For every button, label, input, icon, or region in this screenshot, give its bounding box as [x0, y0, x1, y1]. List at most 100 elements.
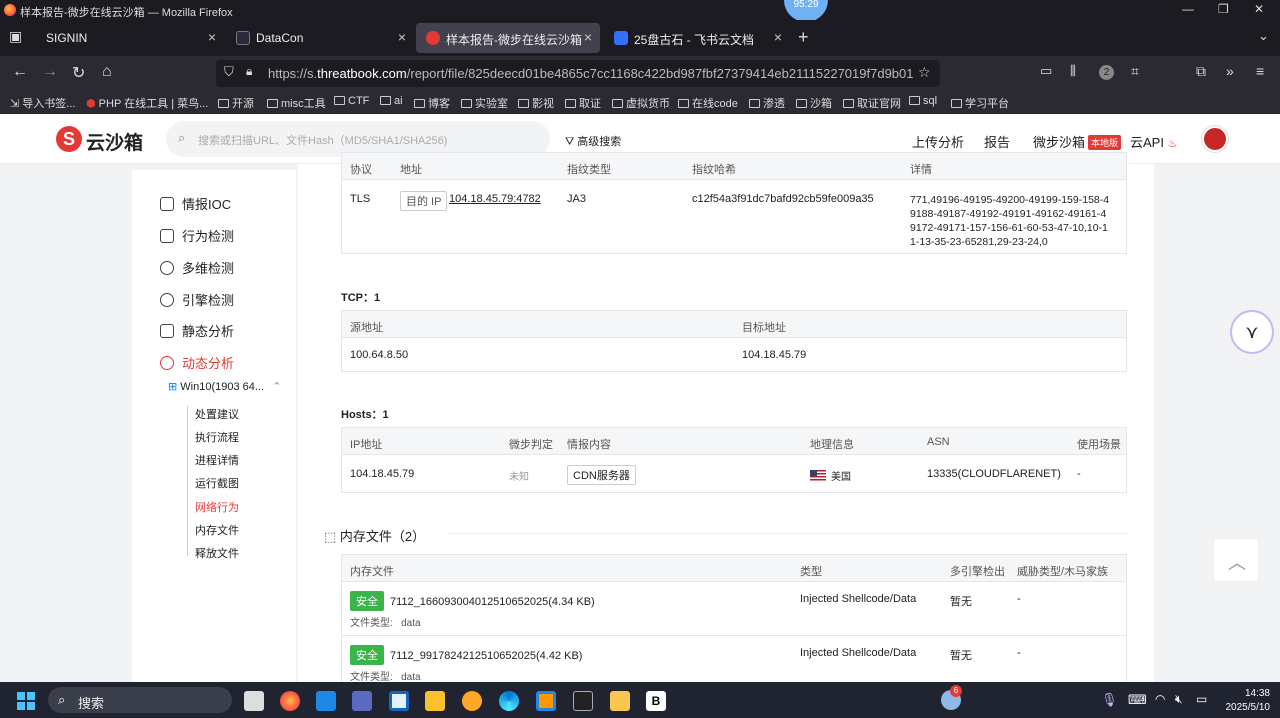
app-icon[interactable]	[316, 691, 336, 711]
address-bar[interactable]: ⛉ 🔒︎ https://s.threatbook.com/report/fil…	[216, 60, 940, 87]
extension-badge[interactable]: 2	[1099, 65, 1114, 80]
app-icon[interactable]	[536, 691, 556, 711]
tls-address-link[interactable]: 104.18.45.79:4782	[449, 193, 541, 205]
home-icon[interactable]: ⌂	[102, 63, 112, 81]
app-icon[interactable]	[462, 691, 482, 711]
taskbar-search[interactable]: ⌕ 搜索	[48, 687, 232, 713]
microphone-icon[interactable]: 🎙︎	[1101, 692, 1118, 708]
lock-icon[interactable]: 🔒︎	[246, 64, 252, 79]
tab-overflow-chevron-icon[interactable]: ⌄	[1258, 28, 1269, 44]
sidebar-item-dynamic[interactable]: 动态分析	[160, 353, 234, 372]
app-icon[interactable]	[425, 691, 445, 711]
subnav-screenshot[interactable]: 运行截图	[195, 475, 239, 491]
windows-start-icon[interactable]	[17, 692, 35, 710]
subnav-network[interactable]: 网络行为	[195, 499, 239, 515]
bookmark-folder[interactable]: ai	[380, 95, 403, 107]
subnav-dropped[interactable]: 释放文件	[195, 545, 239, 561]
tab-list-icon[interactable]: ▣	[9, 28, 22, 45]
volume-muted-icon[interactable]: 🔇︎	[1175, 692, 1183, 707]
sidebar-item-behavior[interactable]: 行为检测	[160, 226, 234, 245]
crop-icon[interactable]: ⌗	[1131, 63, 1139, 80]
subnav-suggestion[interactable]: 处置建议	[195, 406, 239, 422]
env-selector[interactable]: ⊞ Win10(1903 64... ⌃	[168, 380, 281, 393]
weather-icon[interactable]: 6	[941, 685, 962, 710]
sidebar-item-engine[interactable]: 引擎检测	[160, 290, 234, 309]
menu-icon[interactable]: ≡	[1256, 63, 1264, 79]
app-icon[interactable]: B	[646, 691, 666, 711]
bookmark-php[interactable]: ⬢ PHP 在线工具 | 菜鸟...	[86, 95, 208, 111]
sidebar-item-ioc[interactable]: 情报IOC	[160, 194, 231, 213]
tab-report[interactable]: 样本报告-微步在线云沙箱 ×	[416, 23, 600, 53]
tab-datacon[interactable]: DataCon ×	[226, 23, 414, 53]
reload-icon[interactable]: ↻	[72, 63, 85, 83]
sidebar-item-multidim[interactable]: 多维检测	[160, 258, 234, 277]
table-row[interactable]: 安全 7112_1660930040125106520​25(4.34 KB) 文…	[342, 582, 1126, 636]
taskbar-clock[interactable]: 14:38 2025/5/10	[1218, 687, 1271, 715]
bookmark-folder[interactable]: 取证官网	[843, 95, 901, 111]
app-icon[interactable]	[352, 691, 372, 711]
close-tab-icon[interactable]: ×	[774, 29, 782, 45]
memfiles-section-title: ⬚ 内存文件（2）	[324, 529, 426, 544]
list-icon	[160, 324, 174, 338]
local-sandbox-link[interactable]: 微步沙箱 本地版	[1033, 132, 1122, 151]
avatar[interactable]	[1202, 126, 1228, 152]
app-icon[interactable]	[573, 691, 593, 711]
bookmark-folder[interactable]: 博客	[414, 95, 450, 111]
bookmark-folder[interactable]: 在线code	[678, 95, 738, 111]
close-tab-icon[interactable]: ×	[398, 29, 406, 45]
library-icon[interactable]: ⫼	[1070, 63, 1076, 79]
tab-signin[interactable]: SIGNIN ×	[36, 23, 224, 53]
column-header: 内存文件	[350, 566, 394, 578]
bookmark-folder[interactable]: 取证	[565, 95, 601, 111]
close-tab-icon[interactable]: ×	[208, 29, 216, 45]
bookmark-folder[interactable]: 渗透	[749, 95, 785, 111]
edge-icon[interactable]	[499, 691, 519, 711]
folder-icon	[678, 99, 689, 108]
bookmark-folder[interactable]: misc工具	[267, 95, 326, 111]
firefox-taskbar-icon[interactable]	[280, 691, 300, 711]
close-window-button[interactable]: ✕	[1254, 2, 1264, 16]
upload-analysis-link[interactable]: 上传分析	[912, 132, 964, 151]
ime-icon[interactable]: ⌨	[1128, 692, 1147, 708]
subnav-process[interactable]: 进程详情	[195, 452, 239, 468]
memfile-name: 安全 7112_9917824212510652025(4.42 KB)	[350, 645, 582, 665]
bookmark-folder[interactable]: CTF	[334, 95, 369, 107]
tab-feishu[interactable]: 25盘古石 - 飞书云文档 ×	[604, 23, 790, 53]
logo-mark-icon: S	[56, 126, 82, 152]
bookmark-star-icon[interactable]: ☆	[918, 64, 931, 81]
forward-arrow-icon[interactable]: →	[42, 63, 58, 81]
reader-view-icon[interactable]: ▭	[1040, 63, 1052, 79]
cloud-api-link[interactable]: 云API ♨	[1130, 132, 1177, 151]
bookmark-folder[interactable]: 虚拟货币	[612, 95, 670, 111]
minimize-button[interactable]: —	[1182, 2, 1194, 16]
close-tab-icon[interactable]: ×	[584, 29, 592, 45]
maximize-button[interactable]: ❐	[1218, 2, 1229, 16]
new-tab-button[interactable]: +	[798, 27, 809, 48]
back-arrow-icon[interactable]: ←	[12, 63, 28, 81]
bookmark-folder[interactable]: 开源	[218, 95, 254, 111]
file-explorer-icon[interactable]	[610, 691, 630, 711]
app-icon[interactable]	[389, 691, 409, 711]
overflow-chevron-icon[interactable]: »	[1226, 63, 1234, 79]
subnav-memory[interactable]: 内存文件	[195, 522, 239, 538]
subnav-flow[interactable]: 执行流程	[195, 429, 239, 445]
bookmark-folder[interactable]: 实验室	[461, 95, 508, 111]
assistant-float-icon[interactable]: ⋎	[1232, 312, 1272, 352]
advanced-search-link[interactable]: ⛛ 高级搜索	[565, 133, 621, 149]
shield-icon[interactable]: ⛉	[224, 64, 234, 80]
bookmark-folder[interactable]: sql	[909, 95, 937, 107]
folder-icon	[334, 96, 345, 105]
back-to-top-button[interactable]: ︿	[1213, 538, 1259, 582]
sidebar-item-static[interactable]: 静态分析	[160, 321, 234, 340]
extensions-icon[interactable]: ⧉	[1196, 63, 1206, 80]
bookmark-import[interactable]: ⇲ 导入书签...	[10, 95, 75, 111]
battery-icon[interactable]: ▭	[1196, 692, 1207, 706]
wifi-icon[interactable]: ◠	[1155, 692, 1165, 706]
report-link[interactable]: 报告	[984, 132, 1010, 151]
task-view-icon[interactable]	[244, 691, 264, 711]
report-main: 协议 地址 指纹类型 指纹哈希 详情 TLS 目的 IP 104.18.45.7…	[298, 152, 1154, 694]
bookmark-folder[interactable]: 影视	[518, 95, 554, 111]
column-header: 情报内容	[567, 439, 611, 451]
bookmark-folder[interactable]: 学习平台	[951, 95, 1009, 111]
bookmark-folder[interactable]: 沙箱	[796, 95, 832, 111]
